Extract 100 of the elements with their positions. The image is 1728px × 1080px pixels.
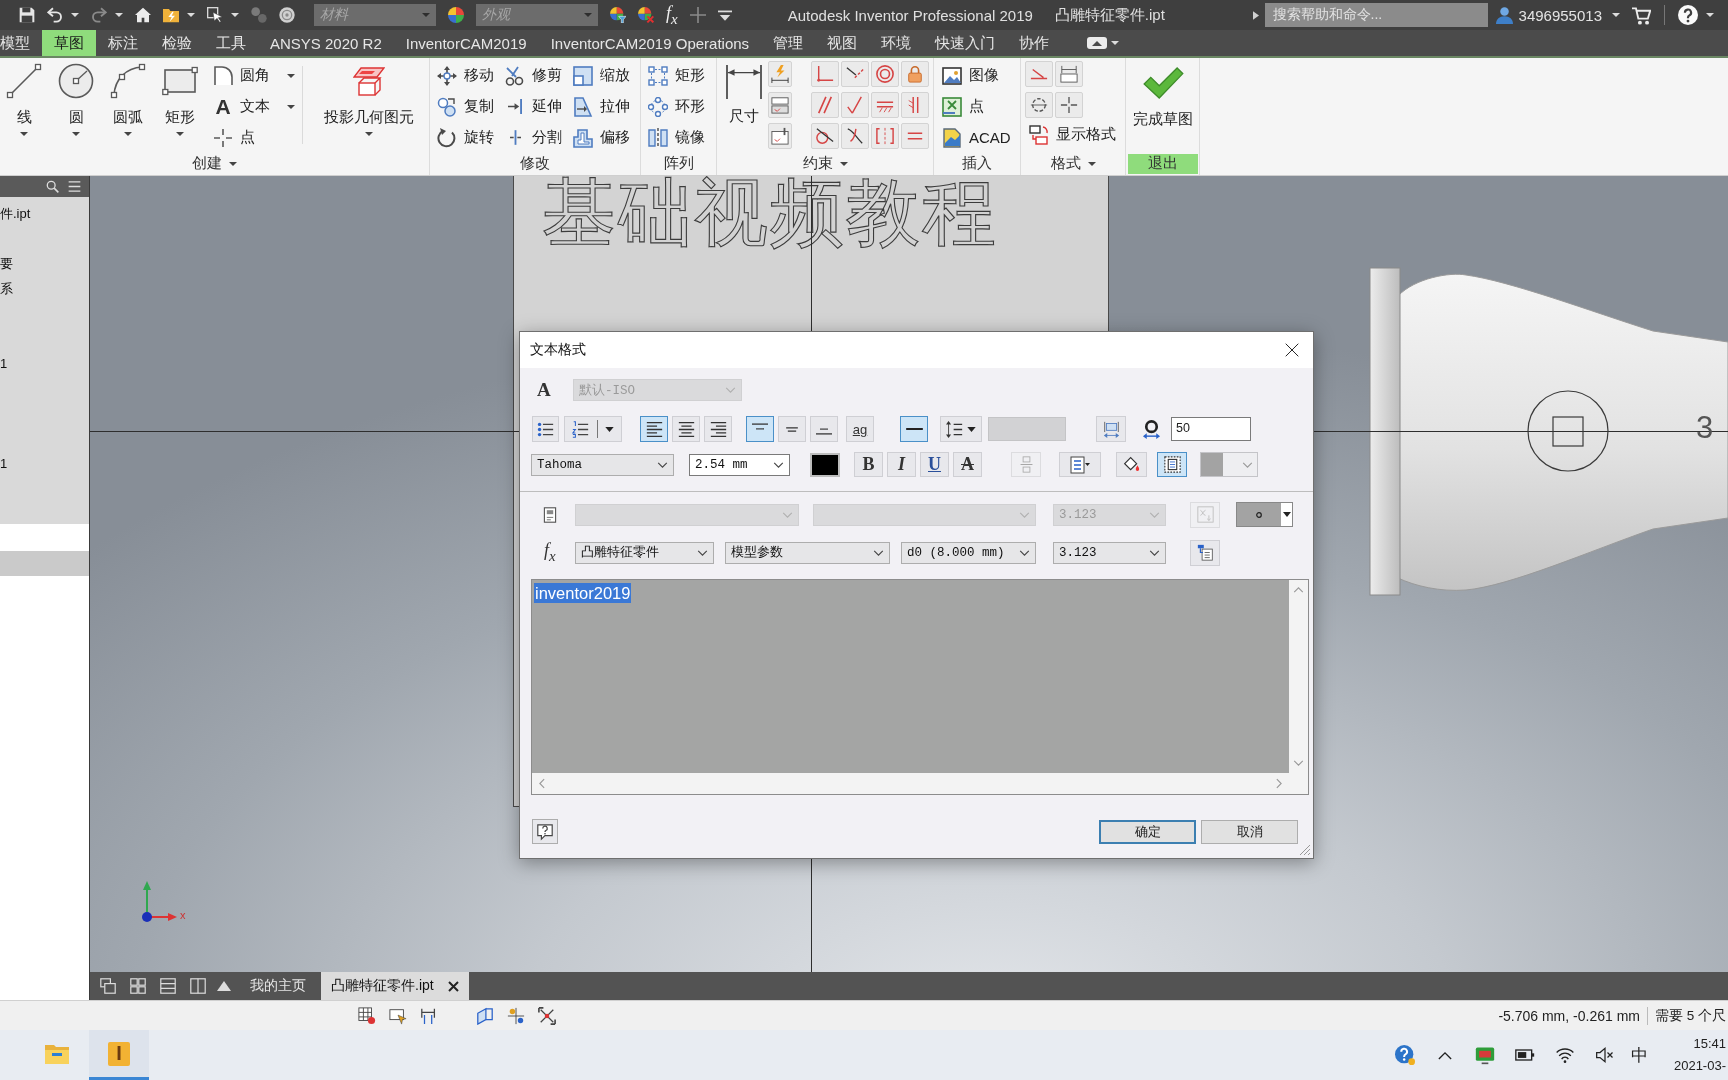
search-icon[interactable]: [46, 180, 59, 193]
speaker-muted-icon[interactable]: [1595, 1045, 1615, 1065]
tile-windows-icon[interactable]: [130, 978, 146, 994]
two-circles-icon[interactable]: [251, 7, 267, 23]
points-import-tool-button[interactable]: 点: [942, 91, 1011, 122]
align-bottom-button[interactable]: [810, 416, 838, 442]
formula-button[interactable]: f$_{x}$: [666, 3, 678, 27]
cascade-windows-icon[interactable]: [100, 978, 116, 994]
ribbon-tab[interactable]: 视图: [815, 30, 870, 56]
menu-icon[interactable]: [68, 180, 81, 193]
font-dropdown[interactable]: Tahoma: [531, 453, 674, 476]
caret-icon[interactable]: [71, 13, 79, 17]
hatched-lines-icon[interactable]: [871, 92, 899, 118]
chevron-up-icon[interactable]: [1438, 1050, 1452, 1060]
rotate-tool-button[interactable]: 旋转: [437, 122, 505, 153]
ribbon-tab[interactable]: InventorCAM2019: [393, 30, 539, 56]
ribbon-tab[interactable]: InventorCAM2019 Operations: [538, 30, 762, 56]
stretch-tool-button[interactable]: 拉伸: [573, 91, 641, 122]
fill-button[interactable]: [1116, 452, 1147, 477]
numbered-list-button[interactable]: [564, 416, 622, 442]
input-method-indicator[interactable]: 中: [1631, 1043, 1648, 1067]
cross-point-icon[interactable]: [1055, 92, 1083, 118]
dashed-lines-icon[interactable]: [1025, 61, 1053, 87]
help-icon[interactable]: [1678, 5, 1698, 25]
lightning-dimension-icon[interactable]: [768, 61, 792, 87]
image-tool-button[interactable]: 图像: [942, 60, 1011, 91]
rectangle-tool-button[interactable]: 矩形: [158, 60, 202, 136]
point-tool-button[interactable]: 点: [213, 122, 295, 153]
angle-lines-icon[interactable]: [841, 92, 869, 118]
circle-tangent-icon[interactable]: [811, 123, 839, 149]
copy-tool-button[interactable]: 复制: [437, 91, 505, 122]
line-button[interactable]: [900, 416, 928, 442]
equal-sign-icon[interactable]: [901, 123, 929, 149]
color-wheel-cross-icon[interactable]: [638, 7, 654, 23]
text-tool-button[interactable]: A 文本: [213, 91, 295, 122]
bold-button[interactable]: B: [854, 452, 883, 477]
project-geometry-button[interactable]: 投影几何图元: [319, 60, 419, 136]
ribbon-tab[interactable]: 管理: [761, 30, 816, 56]
caret-icon[interactable]: [1111, 41, 1120, 45]
diagonal-cross-icon[interactable]: [538, 1006, 556, 1025]
extend-tool-button[interactable]: 延伸: [505, 91, 573, 122]
fillet-tool-button[interactable]: 圆角: [213, 60, 295, 91]
italic-button[interactable]: I: [887, 452, 916, 477]
align-top-button[interactable]: [746, 416, 774, 442]
cancel-button[interactable]: 取消: [1201, 819, 1298, 844]
folder-lightning-icon[interactable]: [163, 7, 179, 23]
taskbar-button[interactable]: I: [89, 1030, 149, 1080]
part-dropdown[interactable]: 凸雕特征零件: [575, 541, 714, 564]
horizontal-split-icon[interactable]: [160, 978, 176, 994]
crossing-lines-icon[interactable]: [841, 61, 869, 87]
precision-dropdown[interactable]: 3.123: [1053, 541, 1166, 564]
corner-lines-icon[interactable]: [811, 61, 839, 87]
cart-icon[interactable]: [1632, 5, 1651, 25]
cursor-box-icon[interactable]: [207, 7, 223, 23]
strikethrough-button[interactable]: A: [953, 452, 982, 477]
insert-parameter-button[interactable]: [1190, 539, 1220, 566]
lock-icon[interactable]: [901, 61, 929, 87]
dimension-tool-button[interactable]: 尺寸: [722, 60, 765, 125]
scale-tool-button[interactable]: 缩放: [573, 60, 641, 91]
help-icon[interactable]: [1395, 1045, 1415, 1065]
color-wheel-icon[interactable]: [448, 7, 464, 23]
number-input[interactable]: 50: [1171, 417, 1251, 441]
caret-icon[interactable]: [1706, 13, 1714, 17]
account-name[interactable]: 3496955013: [1518, 6, 1602, 24]
ribbon-tab[interactable]: 协作: [1007, 30, 1062, 56]
vertical-split-icon[interactable]: [190, 978, 206, 994]
window-pointer-icon[interactable]: [389, 1006, 407, 1025]
fill-color-dropdown[interactable]: [1200, 452, 1258, 477]
trim-tool-button[interactable]: 修剪: [505, 60, 573, 91]
triangle-up-icon[interactable]: [217, 981, 231, 991]
text-color-swatch[interactable]: [810, 452, 840, 477]
box-tick-icon[interactable]: [768, 123, 792, 149]
ribbon-tab[interactable]: 环境: [869, 30, 924, 56]
close-icon[interactable]: [447, 980, 459, 992]
redo-icon[interactable]: [91, 7, 107, 23]
clock-time[interactable]: 15:41: [1693, 1033, 1726, 1055]
move-tool-button[interactable]: 移动: [437, 60, 505, 91]
ribbon-tab[interactable]: 草图: [42, 30, 96, 56]
show-format-button[interactable]: 显示格式: [1029, 119, 1116, 150]
circular-pattern-tool-button[interactable]: 环形: [648, 91, 705, 122]
ribbon-tab[interactable]: 快速入门: [923, 30, 1008, 56]
caret-icon[interactable]: [1612, 13, 1620, 17]
parallel-lines-icon[interactable]: [811, 92, 839, 118]
symbol-dropdown[interactable]: [1236, 502, 1293, 527]
caret-icon[interactable]: [187, 13, 195, 17]
browser-row[interactable]: 件.ipt: [0, 201, 89, 226]
home-icon[interactable]: [135, 7, 151, 23]
curves-icon[interactable]: [841, 123, 869, 149]
align-left-button[interactable]: [640, 416, 668, 442]
symbol-button[interactable]: [1059, 452, 1101, 477]
user-icon[interactable]: [1495, 6, 1513, 24]
caret-icon[interactable]: [229, 161, 237, 166]
color-wheel-funnel-icon[interactable]: [610, 7, 626, 23]
rectangular-pattern-tool-button[interactable]: 矩形: [648, 60, 705, 91]
document-tab[interactable]: 我的主页: [240, 972, 316, 1000]
caret-icon[interactable]: [839, 161, 848, 166]
vertical-lines-icon[interactable]: [901, 92, 929, 118]
customize-menu-icon[interactable]: [717, 9, 732, 21]
clock-date[interactable]: 2021-03-: [1673, 1055, 1726, 1077]
stretch-button[interactable]: [1096, 416, 1126, 442]
